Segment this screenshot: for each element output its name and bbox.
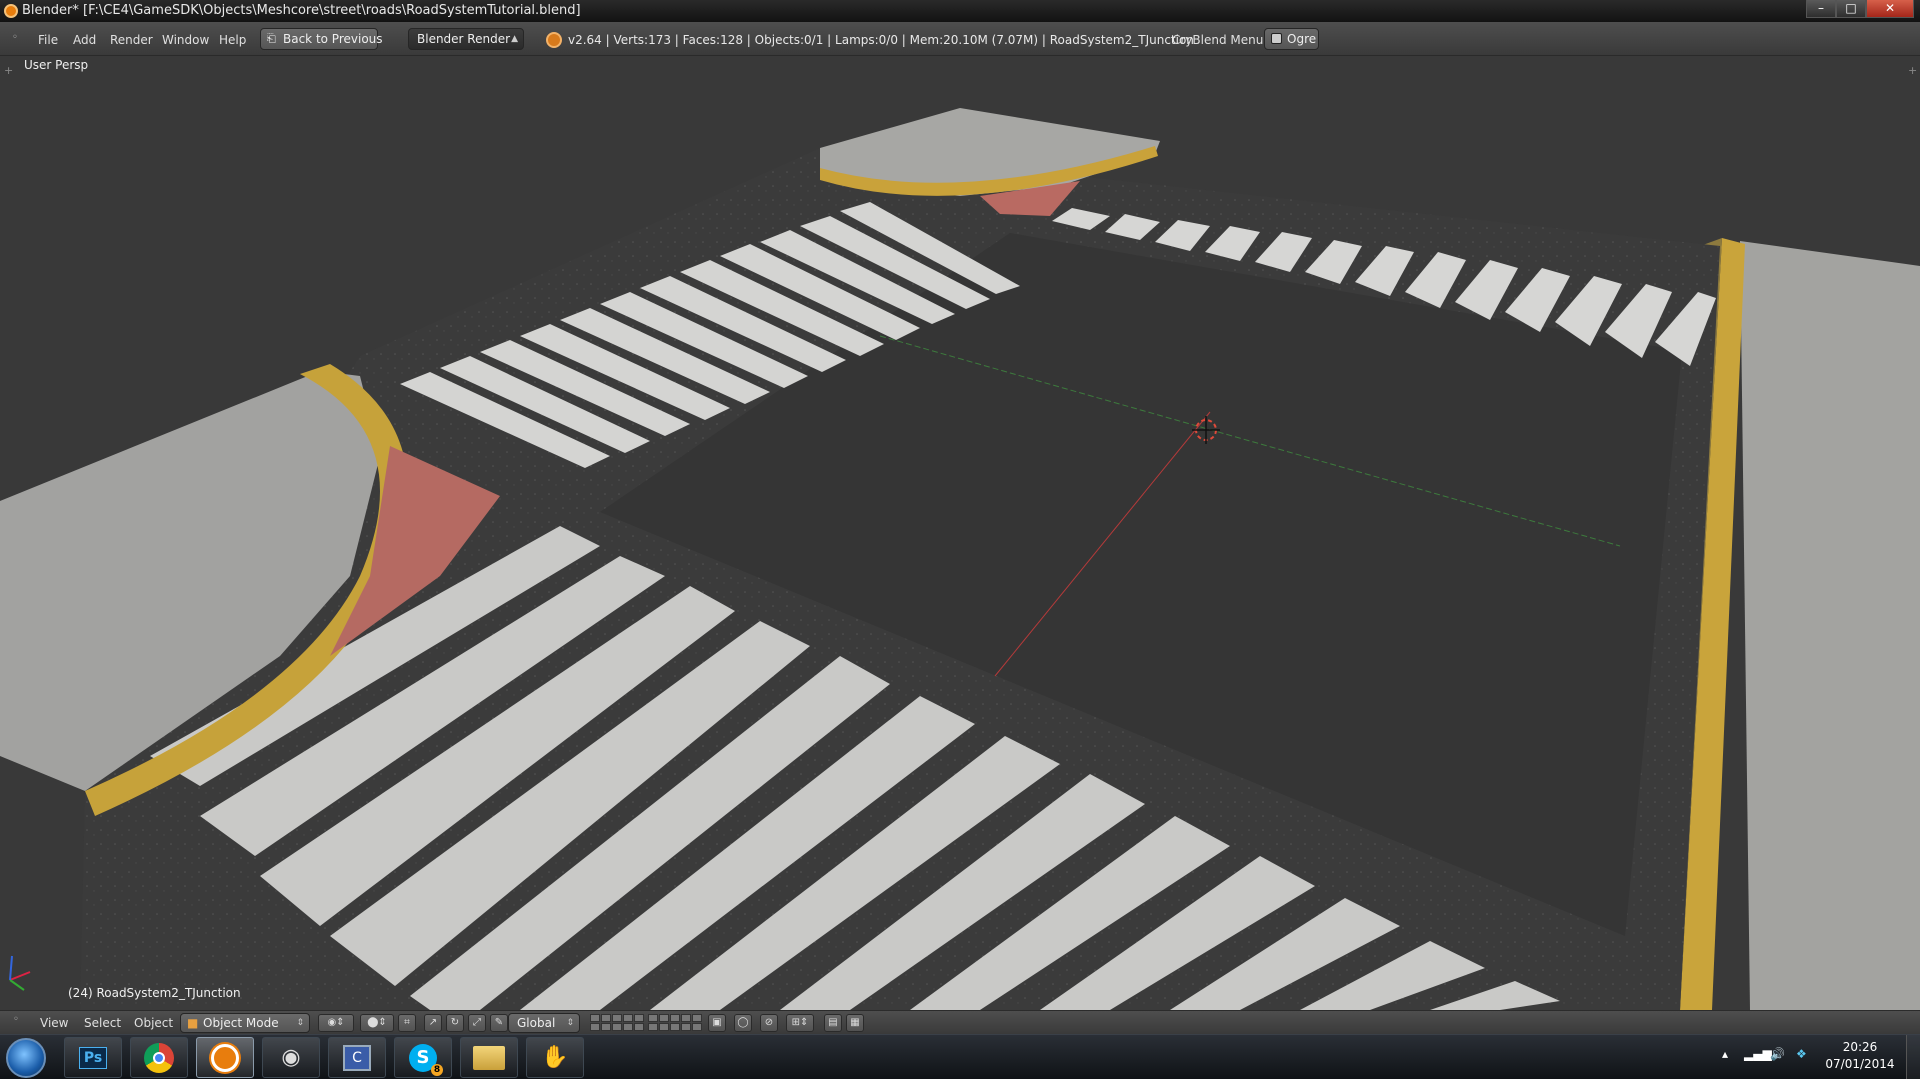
view3d-header: ◦ View Select Object ■ Object Mode ⇕ ◉⇕ … xyxy=(0,1010,1920,1034)
mode-select[interactable]: ■ Object Mode ⇕ xyxy=(180,1013,310,1033)
network-icon[interactable]: ▂▄▆ xyxy=(1744,1047,1772,1061)
axis-gizmo-icon xyxy=(9,955,31,991)
editor-type-icon[interactable]: ◦ xyxy=(12,32,26,44)
back-icon: ⎗ xyxy=(267,32,276,45)
taskbar-photoshop[interactable]: Ps xyxy=(64,1037,122,1078)
photoshop-icon: Ps xyxy=(78,1046,108,1069)
chrome-icon xyxy=(144,1042,174,1073)
taskbar-chrome[interactable] xyxy=(130,1037,188,1078)
skype-icon: S8 xyxy=(409,1043,443,1076)
blender-icon xyxy=(211,1043,239,1072)
minimize-button[interactable]: – xyxy=(1806,0,1836,18)
render-still-icon[interactable]: ▤ xyxy=(824,1014,842,1032)
dropbox-icon[interactable]: ❖ xyxy=(1796,1047,1807,1061)
lock-camera-icon[interactable]: ▣ xyxy=(708,1014,726,1032)
show-desktop-button[interactable] xyxy=(1906,1035,1920,1079)
blender-logo-icon xyxy=(4,4,18,18)
menu-help[interactable]: Help xyxy=(219,31,246,49)
scale-icon[interactable]: ⤢ xyxy=(468,1014,486,1032)
manipulator-icon[interactable]: ⌗ xyxy=(398,1014,416,1032)
mode-label: Object Mode xyxy=(203,1016,279,1030)
menu-add[interactable]: Add xyxy=(73,31,96,49)
orientation-label: Global xyxy=(517,1016,556,1030)
taskbar-crytek[interactable]: C xyxy=(328,1037,386,1078)
maximize-button[interactable]: □ xyxy=(1836,0,1866,18)
ogre-label: Ogre xyxy=(1287,32,1317,46)
render-animation-icon[interactable]: ▦ xyxy=(846,1014,864,1032)
area-split-left-icon[interactable]: + xyxy=(4,64,13,77)
dropdown-arrows-icon: ⇕ xyxy=(296,1018,304,1028)
back-to-previous-label: Back to Previous xyxy=(283,32,383,46)
crytek-icon: C xyxy=(343,1044,371,1071)
clock[interactable]: 20:26 07/01/2014 xyxy=(1820,1039,1900,1073)
layers-group-1[interactable] xyxy=(590,1014,644,1031)
clock-date: 07/01/2014 xyxy=(1825,1057,1895,1071)
menu-file[interactable]: File xyxy=(38,31,58,49)
taskbar-blender[interactable] xyxy=(196,1037,254,1078)
volume-icon[interactable]: 🔊 xyxy=(1770,1047,1785,1061)
menu-view[interactable]: View xyxy=(40,1014,68,1032)
taskbar-eye-app[interactable]: ◉ xyxy=(262,1037,320,1078)
translate-icon[interactable]: ↗ xyxy=(424,1014,442,1032)
folder-icon xyxy=(473,1045,505,1070)
windows-taskbar: Ps ◉ C S8 ✋ ▴ ▂▄▆ 🔊 ❖ 20:26 07/01/2014 xyxy=(0,1034,1920,1079)
checkbox-icon xyxy=(1271,33,1282,44)
clock-time: 20:26 xyxy=(1842,1040,1878,1054)
menu-object[interactable]: Object xyxy=(134,1014,173,1032)
scale-handle-icon[interactable]: ✎ xyxy=(490,1014,508,1032)
skype-badge: 8 xyxy=(431,1063,443,1076)
blender-logo-icon xyxy=(546,32,562,48)
eye-icon: ◉ xyxy=(281,1045,301,1070)
proportional-edit-icon[interactable]: ◯ xyxy=(734,1014,752,1032)
view-label: User Persp xyxy=(24,58,89,72)
viewport-shading-icon[interactable]: ◉⇕ xyxy=(318,1014,354,1032)
pivot-point-icon[interactable]: ⬤⇕ xyxy=(360,1014,394,1032)
snap-element-icon[interactable]: ⊞⇕ xyxy=(786,1014,814,1032)
scene-stats: v2.64 | Verts:173 | Faces:128 | Objects:… xyxy=(568,33,1194,47)
menu-render[interactable]: Render xyxy=(110,31,153,49)
start-orb-icon[interactable] xyxy=(6,1038,46,1078)
menu-select[interactable]: Select xyxy=(84,1014,121,1032)
taskbar-hand-app[interactable]: ✋ xyxy=(526,1037,584,1078)
dropdown-arrows-icon: ⇕ xyxy=(566,1018,574,1028)
3d-viewport[interactable]: User Persp (24) RoadSystem2_TJunction + … xyxy=(0,56,1920,1010)
dropdown-arrows-icon: ▲ xyxy=(511,34,518,44)
transform-orientation-select[interactable]: Global ⇕ xyxy=(508,1013,580,1033)
window-title: Blender* [F:\CE4\GameSDK\Objects\Meshcor… xyxy=(22,3,581,18)
close-button[interactable]: ✕ xyxy=(1866,0,1914,18)
ogre-button[interactable]: Ogre xyxy=(1264,28,1319,50)
editor-type-icon[interactable]: ◦ xyxy=(13,1014,19,1025)
scene-render xyxy=(0,108,1920,1010)
snap-toggle-icon[interactable]: ⊘ xyxy=(760,1014,778,1032)
taskbar-explorer[interactable] xyxy=(460,1037,518,1078)
render-engine-select[interactable]: Blender Render ▲ xyxy=(408,28,524,50)
rotate-icon[interactable]: ↻ xyxy=(446,1014,464,1032)
layers-group-2[interactable] xyxy=(648,1014,702,1031)
object-mode-icon: ■ xyxy=(187,1016,199,1030)
render-engine-label: Blender Render xyxy=(417,32,511,46)
info-header: ◦ File Add Render Window Help ⎗ Back to … xyxy=(0,22,1920,56)
back-to-previous-button[interactable]: ⎗ Back to Previous xyxy=(260,28,383,50)
area-split-right-icon[interactable]: + xyxy=(1908,64,1917,77)
menu-window[interactable]: Window xyxy=(162,31,209,49)
hand-icon: ✋ xyxy=(541,1045,569,1070)
cryblend-menu[interactable]: CryBlend Menu xyxy=(1172,31,1263,49)
taskbar-skype[interactable]: S8 xyxy=(394,1037,452,1078)
active-object-label: (24) RoadSystem2_TJunction xyxy=(68,986,241,1000)
window-titlebar[interactable]: Blender* [F:\CE4\GameSDK\Objects\Meshcor… xyxy=(0,0,1920,22)
blender-window: Blender* [F:\CE4\GameSDK\Objects\Meshcor… xyxy=(0,0,1920,1079)
tray-expand-icon[interactable]: ▴ xyxy=(1722,1047,1728,1061)
